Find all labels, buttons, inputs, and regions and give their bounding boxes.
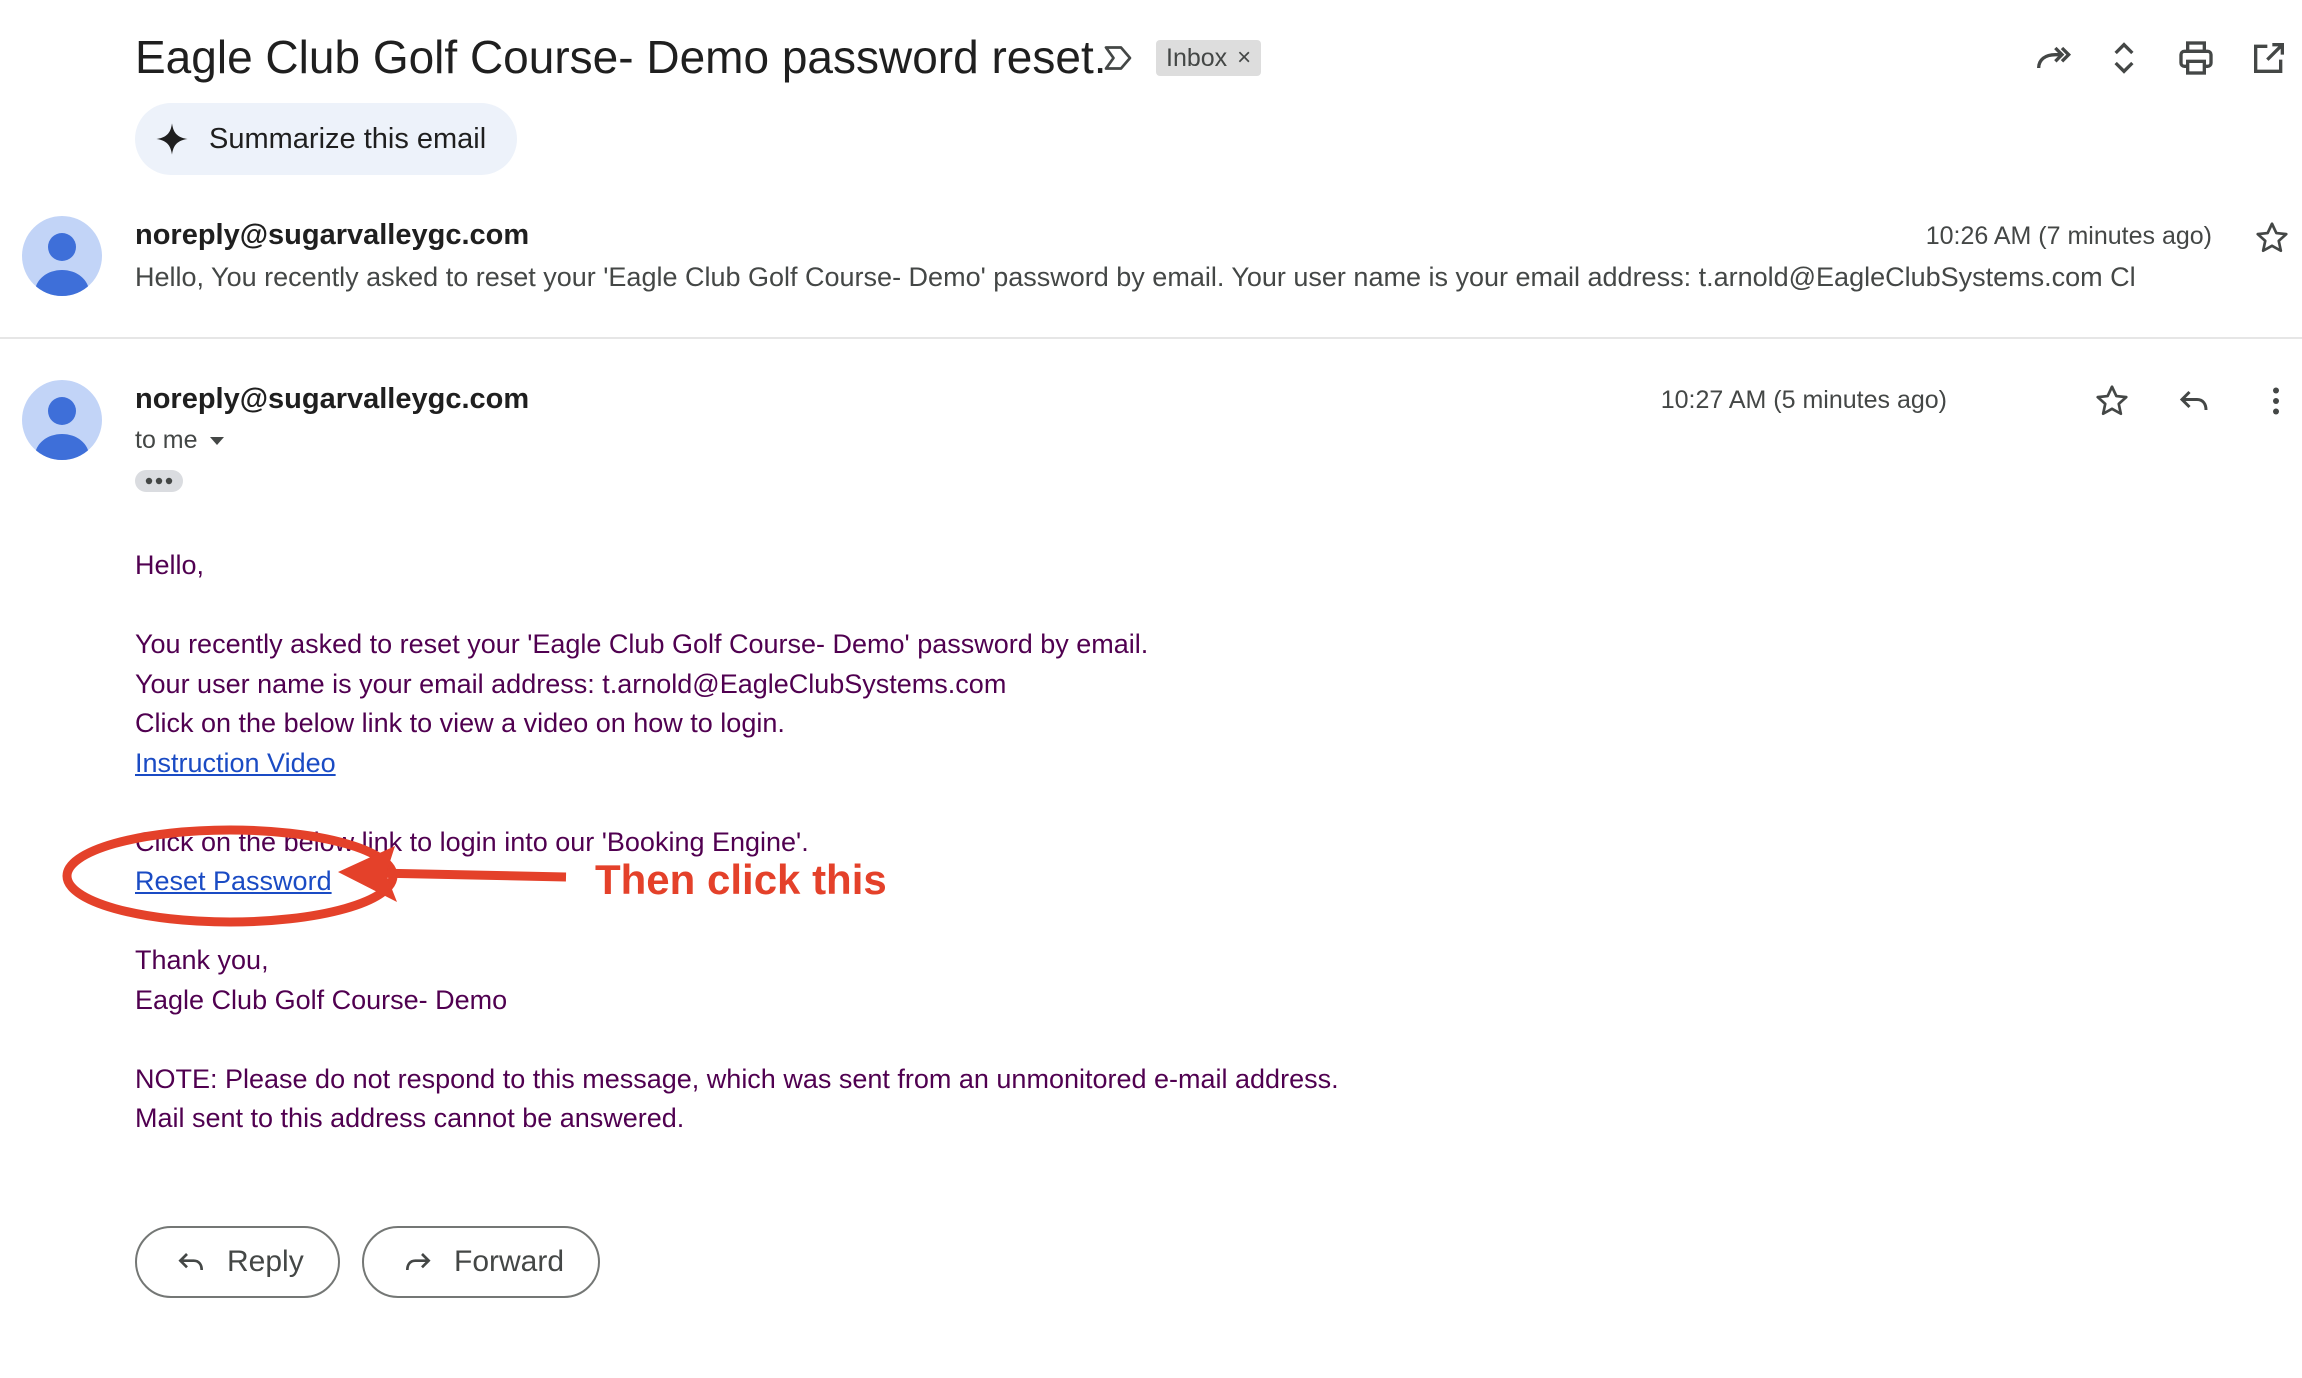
body-line: Click on the below link to view a video …: [135, 708, 785, 738]
remove-label-button[interactable]: ×: [1237, 44, 1251, 72]
annotation-text: Then click this: [595, 856, 887, 903]
forward-icon: [406, 1253, 431, 1271]
message-body: Hello, You recently asked to reset your …: [135, 546, 1339, 1139]
print-icon[interactable]: [2176, 38, 2216, 78]
body-signature: Eagle Club Golf Course- Demo: [135, 984, 508, 1015]
expand-collapse-icon[interactable]: [2104, 38, 2144, 78]
inbox-label-text: Inbox: [1166, 43, 1228, 72]
label-icon[interactable]: [1100, 40, 1136, 76]
email-subject: Eagle Club Golf Course- Demo password re…: [135, 31, 1107, 83]
reply-button[interactable]: Reply: [135, 1226, 340, 1298]
instruction-video-link[interactable]: Instruction Video: [135, 748, 336, 778]
open-new-window-icon[interactable]: [2249, 38, 2289, 78]
forward-button[interactable]: Forward: [362, 1226, 601, 1298]
avatar[interactable]: [22, 216, 102, 296]
avatar-person-icon: [35, 397, 89, 460]
body-line: Your user name is your email address: t.…: [135, 668, 1007, 699]
body-note: NOTE: Please do not respond to this mess…: [135, 1063, 1339, 1094]
avatar[interactable]: [22, 380, 102, 460]
summarize-email-button[interactable]: Summarize this email: [135, 103, 517, 175]
ellipsis-icon: [145, 477, 173, 485]
sender-name[interactable]: noreply@sugarvalleygc.com: [135, 383, 529, 416]
message-snippet[interactable]: Hello, You recently asked to reset your …: [135, 262, 2136, 293]
star-icon[interactable]: [2094, 383, 2130, 419]
recipient-text: to me: [135, 426, 198, 454]
star-icon[interactable]: [2254, 220, 2290, 256]
dropdown-arrow-icon: [209, 436, 224, 445]
forward-all-icon[interactable]: [2032, 38, 2072, 78]
message-time: 10:27 AM (5 minutes ago): [1660, 386, 1947, 414]
message-time: 10:26 AM (7 minutes ago): [1925, 222, 2212, 250]
forward-label: Forward: [454, 1245, 565, 1278]
more-vert-icon[interactable]: [2258, 383, 2294, 419]
message-divider: [0, 337, 2302, 339]
summarize-label: Summarize this email: [209, 122, 487, 155]
show-trimmed-content-button[interactable]: [135, 470, 183, 492]
reply-icon: [178, 1253, 203, 1271]
body-line: You recently asked to reset your 'Eagle …: [135, 629, 1149, 659]
inbox-label-chip: Inbox ×: [1156, 40, 1262, 76]
reply-label: Reply: [227, 1245, 304, 1278]
reset-password-link[interactable]: Reset Password: [135, 866, 332, 896]
body-note: Mail sent to this address cannot be answ…: [135, 1103, 685, 1133]
sender-name[interactable]: noreply@sugarvalleygc.com: [135, 219, 529, 252]
avatar-person-icon: [35, 233, 89, 296]
body-thanks: Thank you,: [135, 945, 269, 975]
recipient-details-toggle[interactable]: to me: [135, 426, 226, 455]
sparkle-icon: [156, 123, 188, 155]
body-greeting: Hello,: [135, 550, 205, 580]
reply-icon[interactable]: [2176, 383, 2212, 419]
